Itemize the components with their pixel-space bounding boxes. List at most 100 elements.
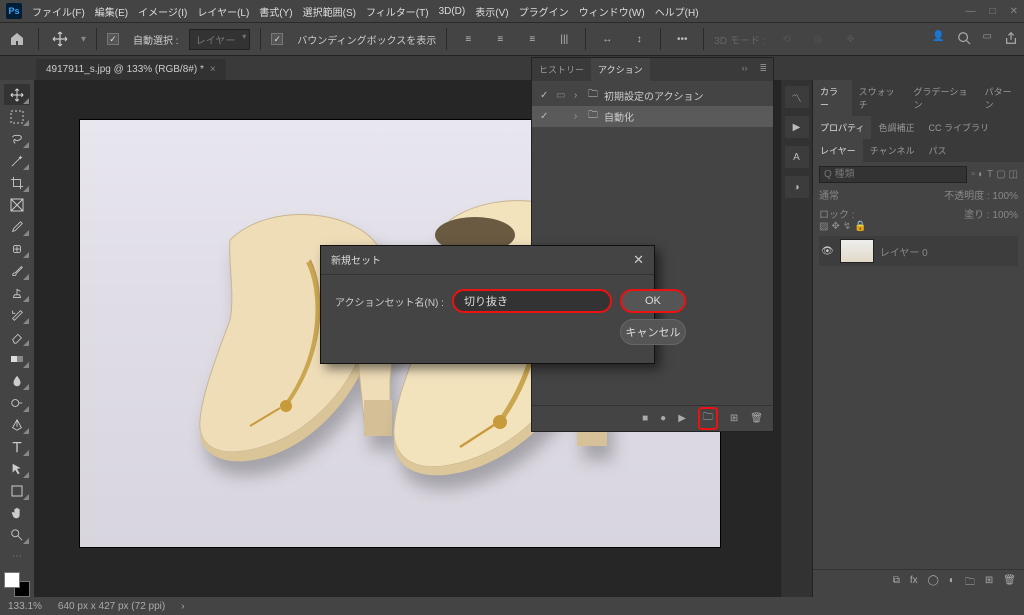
tab-properties[interactable]: プロパティ [813,116,871,139]
document-tab[interactable]: 4917911_s.jpg @ 133% (RGB/8#) * × [36,59,226,80]
lock-trans-icon[interactable]: ▨ [819,221,828,232]
adjustment-layer-icon[interactable]: ◐ [949,575,955,592]
auto-select-target[interactable]: レイヤー [189,29,251,50]
window-maximize-icon[interactable]: □ [990,6,996,17]
align-left-icon[interactable]: ||| [553,28,575,50]
action-toggle-icon[interactable]: ✓ [540,111,550,122]
eyedropper-tool[interactable] [4,216,30,237]
hand-tool[interactable] [4,502,30,523]
glyph-panel-icon[interactable]: A [785,146,809,168]
color-swatches[interactable] [4,572,30,597]
auto-select-checkbox[interactable] [107,33,119,45]
tab-channels[interactable]: チャンネル [863,139,922,162]
stop-icon[interactable]: ■ [642,413,648,424]
layer-thumbnail[interactable] [840,239,874,263]
doc-info-chevron-icon[interactable]: › [181,601,184,612]
panel-menu-icon[interactable]: ≣ [753,58,773,81]
clone-stamp-tool[interactable] [4,282,30,303]
fill-value[interactable]: 100% [992,210,1018,221]
edit-toolbar[interactable]: ⋯ [4,546,30,567]
link-layers-icon[interactable]: ⧉ [893,575,900,592]
gradient-tool[interactable] [4,348,30,369]
tab-patterns[interactable]: パターン [978,80,1024,116]
crop-tool[interactable] [4,172,30,193]
expand-icon[interactable]: › [574,90,582,101]
play-panel-icon[interactable]: ▶ [785,116,809,138]
menu-help[interactable]: ヘルプ(H) [655,4,699,19]
new-layer-icon[interactable]: ⊞ [985,575,993,592]
adjust-panel-icon[interactable]: ◑ [785,176,809,198]
home-icon[interactable] [6,28,28,50]
tab-actions[interactable]: アクション [591,58,650,81]
tab-paths[interactable]: パス [921,139,953,162]
heal-tool[interactable] [4,238,30,259]
tab-color[interactable]: カラー [813,80,852,116]
new-action-icon[interactable]: ⊞ [730,413,738,424]
document-tab-close-icon[interactable]: × [210,64,216,75]
foreground-swatch[interactable] [4,572,20,588]
filter-smart-icon[interactable]: ◫ [1009,169,1018,180]
new-set-icon[interactable]: 🗀 [698,407,718,430]
play-icon[interactable]: ▶ [678,413,686,424]
show-bbox-checkbox[interactable] [271,33,283,45]
search-icon[interactable] [957,31,971,48]
delete-layer-icon[interactable]: 🗑 [1003,575,1016,592]
ok-button[interactable]: OK [620,289,686,313]
tool-preset-dropdown[interactable]: ▾ [81,34,86,45]
pen-tool[interactable] [4,414,30,435]
move-tool-icon[interactable] [49,28,71,50]
action-set-row[interactable]: ✓ ▭ › 🗀 初期設定のアクション [532,85,773,106]
fx-icon[interactable]: fx [910,575,918,592]
shape-tool[interactable] [4,480,30,501]
frame-tool[interactable] [4,194,30,215]
layer-name[interactable]: レイヤー 0 [880,244,928,259]
mask-icon[interactable]: ◯ [928,575,939,592]
more-options-icon[interactable]: ••• [671,28,693,50]
action-toggle-icon[interactable]: ✓ [540,90,550,101]
tab-adjustments[interactable]: 色調補正 [871,116,921,139]
menu-plugins[interactable]: プラグイン [519,4,569,19]
expand-icon[interactable]: › [574,111,582,122]
lock-nest-icon[interactable]: ↯ [843,221,851,232]
menu-type[interactable]: 書式(Y) [259,4,292,19]
layer-row[interactable]: 👁 レイヤー 0 [819,236,1018,266]
filter-shape-icon[interactable]: ▢ [996,169,1005,180]
cancel-button[interactable]: キャンセル [620,319,686,345]
filter-adj-icon[interactable]: ◐ [978,169,984,180]
menu-window[interactable]: ウィンドウ(W) [579,4,645,19]
workspace-icon[interactable]: ▭ [983,31,992,48]
filter-type-icon[interactable]: T [987,169,993,180]
lock-pos-icon[interactable]: ✥ [831,221,839,232]
move-tool[interactable] [4,84,30,105]
zoom-level[interactable]: 133.1% [8,601,42,612]
tab-history[interactable]: ヒストリー [532,58,591,81]
menu-select[interactable]: 選択範囲(S) [303,4,356,19]
brush-tool[interactable] [4,260,30,281]
blur-tool[interactable] [4,370,30,391]
brushes-panel-icon[interactable]: 〽 [785,86,809,108]
menu-image[interactable]: イメージ(I) [138,4,187,19]
filter-image-icon[interactable]: ▫ [971,169,975,180]
dialog-close-icon[interactable]: ✕ [633,252,644,268]
menu-view[interactable]: 表示(V) [475,4,508,19]
tab-libraries[interactable]: CC ライブラリ [921,116,996,139]
align-bottom-icon[interactable]: ≡ [521,28,543,50]
opacity-value[interactable]: 100% [992,191,1018,202]
align-vcenter-icon[interactable]: ≡ [489,28,511,50]
tab-swatches[interactable]: スウォッチ [852,80,907,116]
layer-filter-input[interactable] [819,166,967,183]
group-icon[interactable]: 🗀 [965,575,975,592]
type-tool[interactable] [4,436,30,457]
distribute-v-icon[interactable]: ↕ [628,28,650,50]
menu-edit[interactable]: 編集(E) [95,4,128,19]
delete-action-icon[interactable]: 🗑 [750,413,763,424]
zoom-tool[interactable] [4,524,30,545]
tab-layers[interactable]: レイヤー [813,139,863,162]
blend-mode-select[interactable]: 通常 [819,187,839,202]
panel-collapse-icon[interactable]: ›› [735,58,753,81]
set-name-input[interactable] [452,289,612,313]
menu-layer[interactable]: レイヤー(L) [197,4,249,19]
path-select-tool[interactable] [4,458,30,479]
visibility-icon[interactable]: 👁 [821,246,834,257]
menu-filter[interactable]: フィルター(T) [366,4,429,19]
